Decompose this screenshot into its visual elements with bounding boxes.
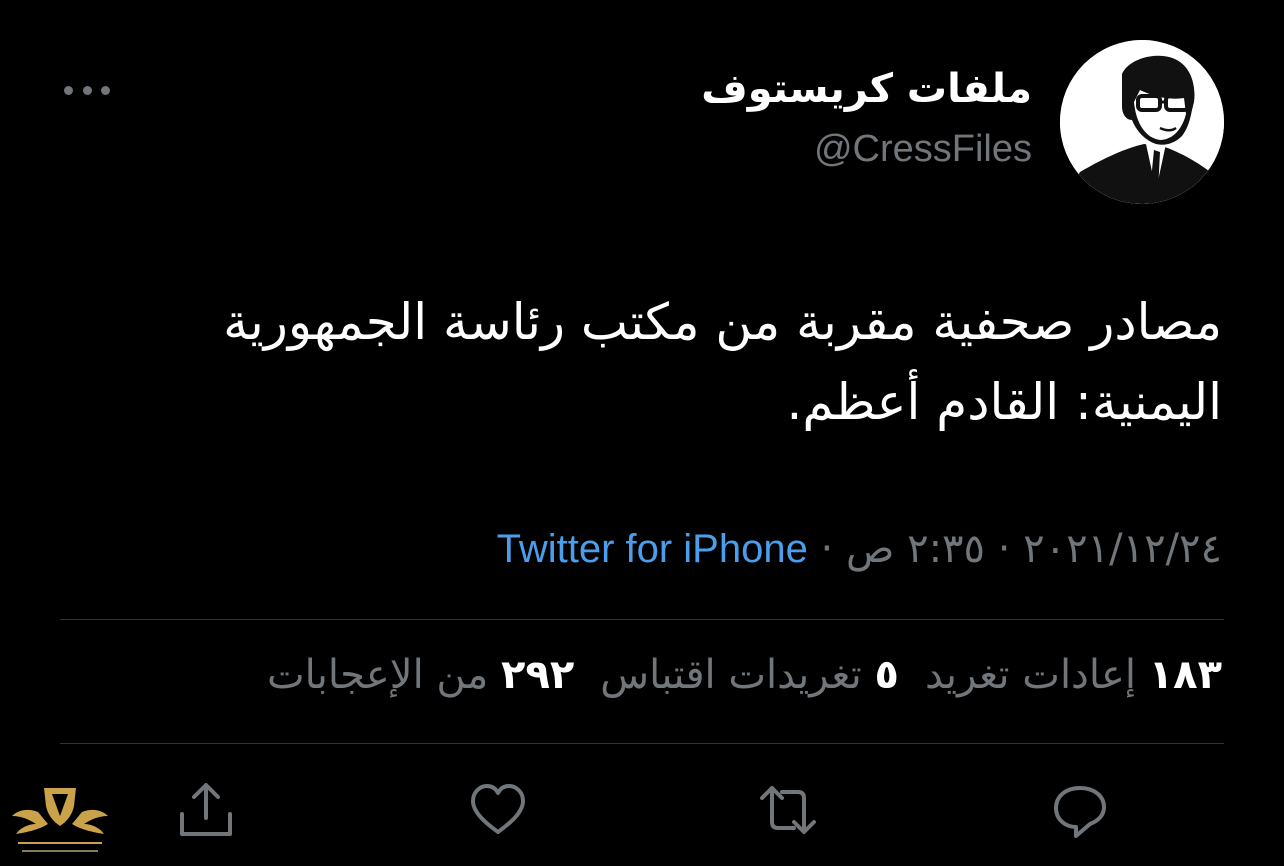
- more-dot: [64, 85, 73, 95]
- tweet-actions-bar: [0, 780, 1284, 840]
- avatar-illustration: [1060, 40, 1224, 204]
- forum-watermark-logo: [8, 782, 112, 862]
- divider: [60, 743, 1224, 744]
- more-dot: [82, 85, 92, 95]
- avatar[interactable]: [1060, 40, 1224, 204]
- retweets-label: إعادات تغريد: [924, 652, 1137, 698]
- like-icon: [471, 784, 525, 834]
- tweet-time[interactable]: ٢:٣٥ ص: [846, 526, 985, 572]
- author-handle[interactable]: @CressFiles: [814, 128, 1032, 171]
- reply-icon: [1054, 786, 1106, 838]
- author-display-name[interactable]: ملفات كريستوف: [701, 66, 1032, 112]
- more-dot: [101, 85, 110, 95]
- more-options-button[interactable]: [64, 76, 110, 104]
- likes-stat[interactable]: ٢٩٢ من الإعجابات: [267, 652, 574, 698]
- tweet-text: مصادر صحفية مقربة من مكتب رئاسة الجمهوري…: [223, 293, 1222, 431]
- divider: [60, 619, 1224, 620]
- likes-count: ٢٩٢: [501, 652, 575, 698]
- share-button[interactable]: [176, 780, 236, 840]
- meta-separator: ·: [985, 526, 1024, 572]
- retweets-count: ١٨٣: [1148, 652, 1222, 698]
- quotes-label: تغريدات اقتباس: [600, 652, 862, 698]
- retweets-stat[interactable]: ١٨٣ إعادات تغريد: [925, 652, 1222, 698]
- share-icon: [180, 783, 232, 836]
- tweet-date[interactable]: ٢٠٢١/١٢/٢٤: [1023, 526, 1222, 572]
- tweet-source-link[interactable]: Twitter for iPhone: [497, 527, 808, 571]
- tweet-stats: ١٨٣ إعادات تغريد ٥ تغريدات اقتباس ٢٩٢ من ا…: [267, 652, 1222, 698]
- shield-logo-icon: [12, 788, 108, 852]
- reply-button[interactable]: [1050, 780, 1110, 840]
- meta-separator: ·: [807, 526, 846, 572]
- quotes-stat[interactable]: ٥ تغريدات اقتباس: [600, 652, 899, 698]
- retweet-icon: [760, 786, 816, 834]
- like-button[interactable]: [468, 780, 528, 840]
- likes-label: من الإعجابات: [266, 652, 489, 698]
- quotes-count: ٥: [874, 652, 899, 698]
- retweet-button[interactable]: [758, 780, 818, 840]
- tweet-meta: ٢٠٢١/١٢/٢٤ · ٢:٣٥ ص · Twitter for iPhone: [497, 526, 1222, 572]
